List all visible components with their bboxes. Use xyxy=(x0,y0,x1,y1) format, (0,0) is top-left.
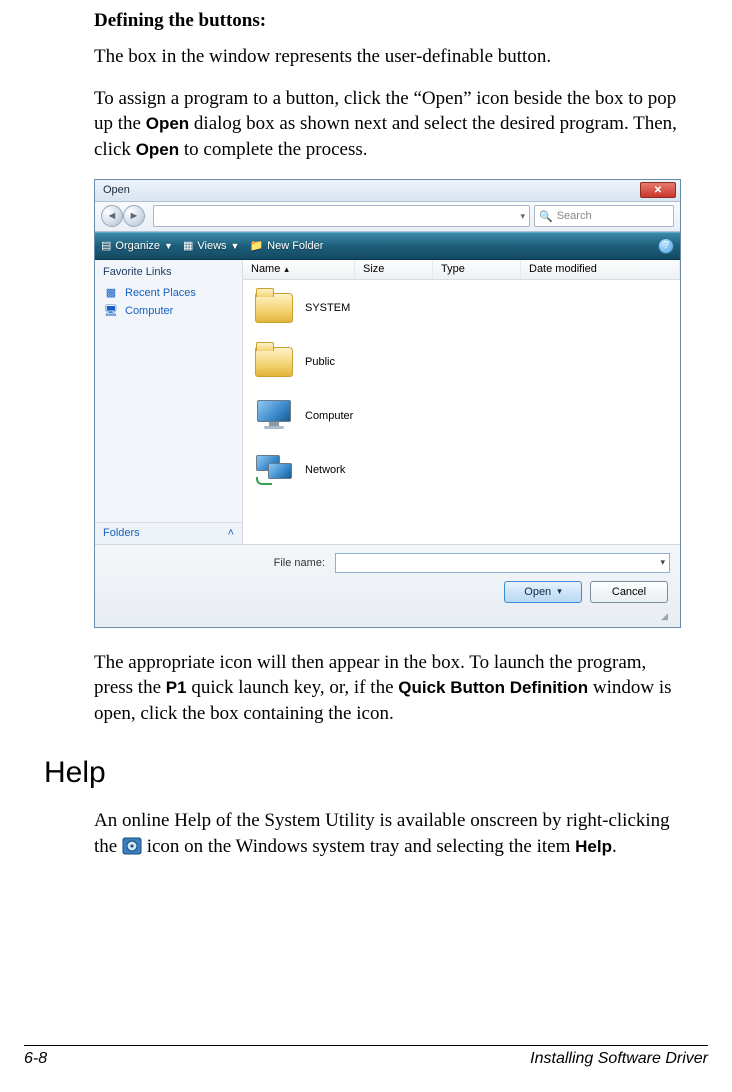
col-header-type[interactable]: Type xyxy=(433,260,521,279)
col-header-size[interactable]: Size xyxy=(355,260,433,279)
address-bar[interactable]: ▾ xyxy=(153,205,530,227)
page-number: 6-8 xyxy=(24,1050,47,1068)
help-button[interactable]: ? xyxy=(658,238,674,254)
open-button[interactable]: Open ▾ xyxy=(504,581,582,603)
split-arrow-icon: ▾ xyxy=(557,586,562,597)
chevron-down-icon: ▼ xyxy=(164,241,173,251)
sidebar-item-label: Computer xyxy=(125,305,173,317)
dialog-navbar: ◄ ► ▾ 🔍 Search xyxy=(95,202,680,232)
organize-icon: ▤ xyxy=(101,239,111,252)
list-item-label: Computer xyxy=(305,410,353,422)
recent-places-icon: ▩ xyxy=(103,286,119,300)
list-item-public[interactable]: Public xyxy=(253,342,670,382)
arrow-left-icon: ◄ xyxy=(107,210,118,222)
folder-icon: 📁 xyxy=(249,239,263,252)
heading-help: Help xyxy=(44,756,690,790)
column-headers: Name ▴ Size Type Date modified xyxy=(243,260,680,280)
para3-p1-bold: P1 xyxy=(166,678,187,697)
toolbar-organize[interactable]: ▤ Organize ▼ xyxy=(101,239,173,252)
views-icon: ▦ xyxy=(183,239,193,252)
dialog-titlebar: Open ✕ xyxy=(95,180,680,202)
cancel-button[interactable]: Cancel xyxy=(590,581,668,603)
toolbar-organize-label: Organize xyxy=(115,240,160,252)
paragraph-2: To assign a program to a button, click t… xyxy=(94,86,690,163)
help-icon: ? xyxy=(663,240,669,251)
close-icon: ✕ xyxy=(654,185,662,196)
page-footer: 6-8 Installing Software Driver xyxy=(24,1045,708,1068)
open-button-label: Open xyxy=(524,586,551,598)
paragraph-4: An online Help of the System Utility is … xyxy=(94,808,690,859)
sidebar-item-computer[interactable]: 🖥 Computer xyxy=(95,302,242,320)
nav-forward-button[interactable]: ► xyxy=(123,205,145,227)
folder-icon xyxy=(255,293,293,323)
para2-open-bold-1: Open xyxy=(146,114,189,133)
dialog-bottom-panel: File name: ▾ Open ▾ Cancel ◢ xyxy=(95,544,680,627)
col-header-date[interactable]: Date modified xyxy=(521,260,680,279)
dialog-title: Open xyxy=(103,184,130,196)
para4-text-d: . xyxy=(612,836,617,857)
resize-grip-icon[interactable]: ◢ xyxy=(105,611,670,619)
list-item-label: SYSTEM xyxy=(305,302,350,314)
chevron-down-icon: ▾ xyxy=(660,557,665,568)
computer-icon xyxy=(255,400,293,432)
refresh-icon: ▾ xyxy=(520,211,525,222)
para2-open-bold-2: Open xyxy=(136,140,179,159)
col-name-label: Name xyxy=(251,263,280,275)
file-area: Name ▴ Size Type Date modified SYSTEM Pu… xyxy=(243,260,680,544)
search-icon: 🔍 xyxy=(539,210,553,223)
network-icon xyxy=(254,453,294,487)
col-header-name[interactable]: Name ▴ xyxy=(243,260,355,279)
chevron-up-icon: ˄ xyxy=(228,527,234,539)
toolbar-newfolder-label: New Folder xyxy=(267,240,323,252)
dialog-toolbar: ▤ Organize ▼ ▦ Views ▼ 📁 New Folder ? xyxy=(95,232,680,260)
para3-text-c: quick launch key, or, if the xyxy=(187,677,399,698)
list-item-label: Public xyxy=(305,356,335,368)
para4-text-b: icon on the Windows system tray and sele… xyxy=(142,836,575,857)
para2-text-e: to complete the process. xyxy=(179,139,367,160)
nav-back-button[interactable]: ◄ xyxy=(101,205,123,227)
arrow-right-icon: ► xyxy=(129,210,140,222)
list-item-system[interactable]: SYSTEM xyxy=(253,288,670,328)
paragraph-3: The appropriate icon will then appear in… xyxy=(94,650,690,727)
sidebar-item-recent-places[interactable]: ▩ Recent Places xyxy=(95,284,242,302)
search-input[interactable]: 🔍 Search xyxy=(534,205,674,227)
sidebar-folders-toggle[interactable]: Folders ˄ xyxy=(95,522,242,544)
open-dialog: Open ✕ ◄ ► ▾ 🔍 Search ▤ Organize ▼ xyxy=(94,179,681,628)
para3-qbd-bold: Quick Button Definition xyxy=(398,678,588,697)
folder-icon xyxy=(255,347,293,377)
heading-defining-buttons: Defining the buttons: xyxy=(94,10,690,32)
list-item-label: Network xyxy=(305,464,345,476)
nav-back-forward: ◄ ► xyxy=(101,204,149,228)
folders-label: Folders xyxy=(103,527,140,539)
computer-icon: 🖥 xyxy=(103,304,119,318)
paragraph-1: The box in the window represents the use… xyxy=(94,44,690,70)
toolbar-views-label: Views xyxy=(197,240,226,252)
sidebar-item-label: Recent Places xyxy=(125,287,196,299)
chevron-down-icon: ▼ xyxy=(231,241,240,251)
toolbar-views[interactable]: ▦ Views ▼ xyxy=(183,239,239,252)
toolbar-new-folder[interactable]: 📁 New Folder xyxy=(249,239,323,252)
system-tray-utility-icon xyxy=(122,837,142,855)
sidebar-heading: Favorite Links xyxy=(95,260,242,284)
filename-label: File name: xyxy=(105,557,329,569)
search-placeholder: Search xyxy=(557,210,592,222)
file-list: SYSTEM Public Computer xyxy=(243,280,680,544)
filename-input[interactable]: ▾ xyxy=(335,553,670,573)
close-button[interactable]: ✕ xyxy=(640,182,676,198)
list-item-network[interactable]: Network xyxy=(253,450,670,490)
para4-help-bold: Help xyxy=(575,837,612,856)
dialog-sidebar: Favorite Links ▩ Recent Places 🖥 Compute… xyxy=(95,260,243,544)
sort-asc-icon: ▴ xyxy=(284,264,289,275)
list-item-computer[interactable]: Computer xyxy=(253,396,670,436)
footer-section-title: Installing Software Driver xyxy=(530,1050,708,1068)
